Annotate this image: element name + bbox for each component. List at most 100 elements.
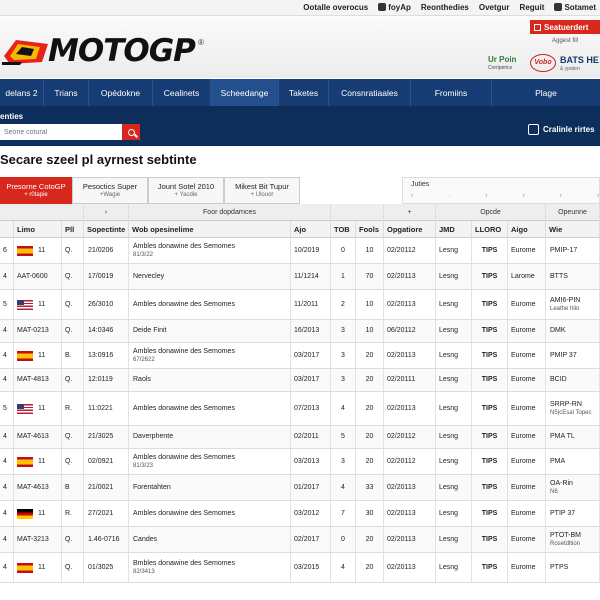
rider-cell: MAT-4613 (14, 426, 62, 448)
tab-mixed[interactable]: Mikest Bit Tupur + Ulouor (224, 177, 300, 204)
event-cell[interactable]: Ambles donawine des Semomes (129, 501, 291, 526)
column-header[interactable] (0, 221, 14, 238)
pll-cell: Q. (62, 369, 84, 391)
table-row[interactable]: 4 MAT-3213 Q. 1.46-0716 Candes 02/2017 0 20 02/2… (0, 527, 600, 553)
column-header[interactable]: Opgatiore (384, 221, 436, 238)
utility-link-5[interactable]: Reguit (520, 3, 545, 12)
event-cell[interactable]: Forentahten (129, 475, 291, 500)
lloro-text: TIPS (481, 433, 498, 440)
jmd-cell: Lesng (436, 527, 472, 552)
aigo-text: Eurome (511, 535, 536, 543)
nav-item-schedule[interactable]: Scheedange (211, 79, 279, 106)
column-header[interactable]: Wob opesinelime (129, 221, 291, 238)
table-row[interactable]: 4 11 Q. 02/0921 Ambles donawine des Semomes 8… (0, 449, 600, 475)
date-filter[interactable]: Juties ‹ · › › › › (402, 177, 600, 204)
row-index: 4 (0, 501, 14, 526)
event-cell[interactable]: Bmbles donawine des Semomes 82/3413 (129, 553, 291, 582)
table-row[interactable]: 4 11 Q. 01/3025 Bmbles donawine des Semomes 8… (0, 553, 600, 583)
jmd-text: Lesng (439, 272, 459, 280)
date-text: 14:0346 (88, 327, 114, 334)
column-header[interactable]: Wie (546, 221, 600, 238)
table-row[interactable]: 5 11 R. 11:0221 Ambles donawine des Semomes 0… (0, 392, 600, 426)
rider-number: MAT-3213 (17, 535, 49, 543)
event-title: Bmbles donawine des Semomes (133, 559, 235, 567)
utility-link-6[interactable]: Sotamet (554, 3, 596, 12)
sponsor-1-sub: Corriperics (488, 65, 513, 71)
nav-item-2[interactable]: Trians (44, 79, 89, 106)
search-button[interactable] (122, 124, 140, 140)
ajo-text: 10/2019 (294, 246, 320, 254)
opgatiore-cell: 02/20113 (384, 527, 436, 552)
tab-junior[interactable]: Jount Sotel 2010 + Yacdie (148, 177, 224, 204)
nav-item-7[interactable]: Consnratiaales (329, 79, 411, 106)
filter-mark: › (596, 193, 599, 199)
date-cell: 21/0021 (84, 475, 129, 500)
lloro-cell: TIPS (472, 264, 508, 289)
event-title: Ambles donawine des Semomes (133, 347, 235, 355)
nav-item-3[interactable]: Opédokne (89, 79, 153, 106)
filter-slider[interactable]: ‹ · › › › › (411, 193, 599, 200)
ajo-text: 02/2011 (294, 433, 319, 440)
lloro-text: TIPS (481, 246, 498, 254)
event-cell[interactable]: Deide Finit (129, 320, 291, 342)
rider-number: MAT-4613 (17, 433, 49, 440)
sponsor-logo-2[interactable]: Vobo (530, 54, 556, 72)
column-header[interactable]: Ajo (291, 221, 331, 238)
fools-text: 20 (365, 404, 374, 412)
group-header-cell[interactable]: + (384, 204, 436, 221)
column-header[interactable]: TOB (331, 221, 356, 238)
table-row[interactable]: 4 MAT-4813 Q. 12:0119 Raols 03/2017 3 20 02/2011… (0, 369, 600, 392)
group-header-cell[interactable]: › (84, 204, 129, 221)
event-cell[interactable]: Nervecley (129, 264, 291, 289)
nav-item-9[interactable]: Plage (492, 79, 600, 106)
utility-link-4[interactable]: Ovetgur (479, 3, 510, 12)
calendar-link[interactable]: Cralinle rirtes (528, 124, 595, 135)
nav-item-4[interactable]: Cealinets (153, 79, 211, 106)
date-cell: 01/3025 (84, 553, 129, 582)
nav-item-8[interactable]: Fromiins (411, 79, 492, 106)
column-header[interactable]: Aigo (508, 221, 546, 238)
search-input[interactable] (0, 124, 122, 140)
sponsor-logo-1[interactable]: Ur Poin Corriperics (488, 56, 528, 72)
table-row[interactable]: 4 AAT-0600 Q. 17/0019 Nervecley 11/1214 1 70 02/… (0, 264, 600, 290)
nav-item-6[interactable]: Taketes (279, 79, 329, 106)
column-header[interactable]: Limo (14, 221, 62, 238)
utility-link-2[interactable]: foyAp (378, 3, 411, 12)
nav-item-1[interactable]: delans 2 (0, 79, 44, 106)
utility-link-1[interactable]: Ootalle overocus (303, 3, 368, 12)
flag-us-icon (17, 403, 33, 414)
pll-text: Q. (65, 457, 73, 465)
event-cell[interactable]: Ambles donawine des Semomes 81/3/22 (129, 238, 291, 263)
table-row[interactable]: 4 11 R. 27/2021 Ambles donawine des Semomes 0… (0, 501, 600, 527)
tab-motogp[interactable]: Presorne CotoGP + r0tapie (0, 177, 72, 204)
utility-link-3[interactable]: Reonthedies (421, 3, 469, 12)
column-header[interactable]: JMD (436, 221, 472, 238)
event-cell[interactable]: Ambles donawine des Semomes 67/2622 (129, 343, 291, 368)
column-header[interactable]: Fools (356, 221, 384, 238)
event-cell[interactable]: Ambles donawine des Semomes (129, 290, 291, 319)
table-row[interactable]: 6 11 Q. 21/0206 Ambles donawine des Semomes 8… (0, 238, 600, 264)
date-cell: 17/0019 (84, 264, 129, 289)
event-cell[interactable]: Candes (129, 527, 291, 552)
table-row[interactable]: 4 11 B. 13:0916 Ambles donawine des Semomes 6… (0, 343, 600, 369)
table-row[interactable]: 5 11 Q. 26/3010 Ambles donawine des Semomes 1… (0, 290, 600, 320)
opgatiore-text: 02/20113 (387, 563, 416, 571)
motogp-logo[interactable]: MOTOGP ® (2, 32, 204, 72)
table-row[interactable]: 4 MAT-0213 Q. 14:0346 Deide Finit 16/2013 3 10 0… (0, 320, 600, 343)
column-header[interactable]: Sopectinte (84, 221, 129, 238)
fools-text: 10 (365, 327, 374, 334)
event-cell[interactable]: Ambles donawine des Semomes 81/3/23 (129, 449, 291, 474)
column-header[interactable]: LLORO (472, 221, 508, 238)
sponsor-logo-3[interactable]: BATS HE & ypaten (560, 56, 599, 74)
wie-subtext: N5|cEsal Topec (550, 409, 592, 416)
table-row[interactable]: 4 MAT-4613 Q. 21/3025 Daverphente 02/2011 5 20 0… (0, 426, 600, 449)
event-cell[interactable]: Daverphente (129, 426, 291, 448)
tab-supersport[interactable]: Pesoctics Super +Wagie (72, 177, 148, 204)
table-row[interactable]: 4 MAT-4613 B 21/0021 Forentahten 01/2017 4 33 02… (0, 475, 600, 501)
tickets-button[interactable]: Seatuerdert (530, 20, 600, 34)
event-cell[interactable]: Ambles donawine des Semomes (129, 392, 291, 425)
jmd-text: Lesng (439, 509, 459, 517)
main-nav: delans 2 Trians Opédokne Cealinets Schee… (0, 79, 600, 106)
event-cell[interactable]: Raols (129, 369, 291, 391)
column-header[interactable]: Pll (62, 221, 84, 238)
